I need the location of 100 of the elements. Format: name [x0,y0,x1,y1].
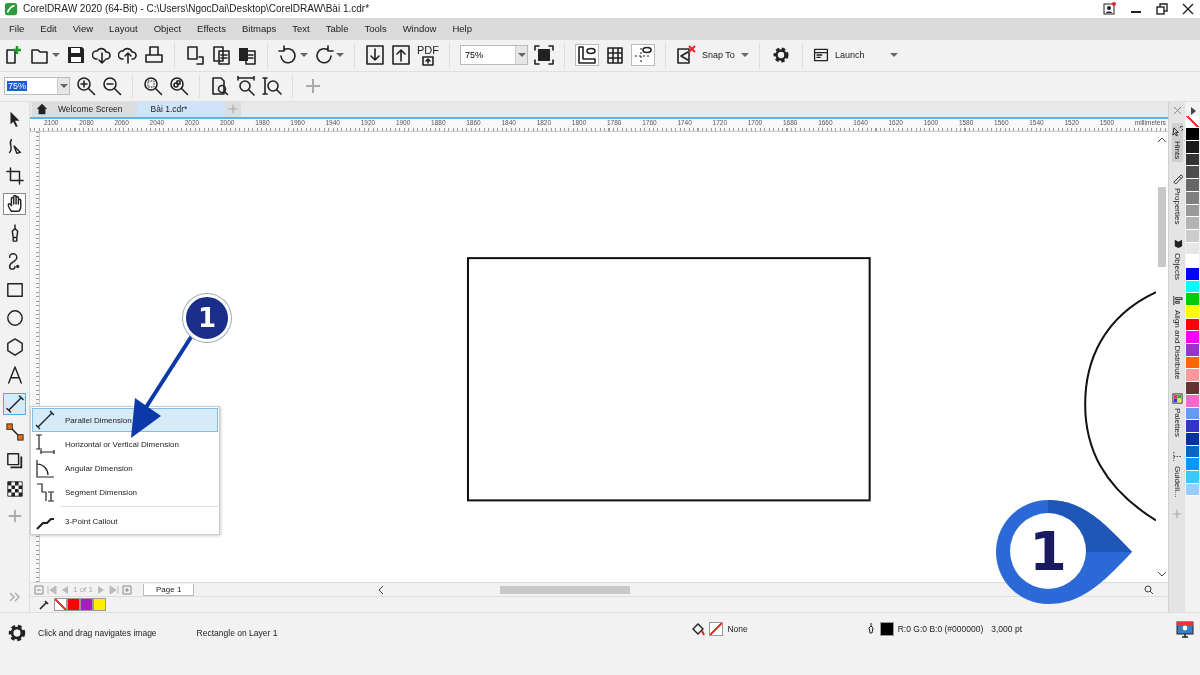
no-color-swatch[interactable] [54,598,67,612]
zoom-objects-icon[interactable] [169,76,189,97]
color-swatch[interactable] [67,598,80,612]
window-title: CorelDRAW 2020 (64-Bit) - C:\Users\NgocDai\Desktop\CorelDRAW\Bài 1.cdr* [23,3,371,15]
paste-icon[interactable] [237,45,257,66]
dimension-tool[interactable] [3,392,26,415]
guides-icon [1171,450,1183,462]
selection-info: Rectangle on Layer 1 [196,628,278,639]
menu-item[interactable]: File [9,23,34,35]
palette-arrow-icon[interactable] [1188,105,1197,116]
caret-icon[interactable] [517,52,526,59]
document-icon[interactable] [185,45,205,66]
cloud-upload-icon[interactable] [118,45,138,66]
restore-icon[interactable] [1156,2,1168,15]
flyout-menu-item[interactable]: Horizontal or Vertical Dimension [32,432,218,456]
launch-dropdown[interactable]: Launch [834,50,899,61]
caret-icon[interactable] [300,52,308,59]
zoom-in-icon[interactable] [76,76,96,97]
docker-tab[interactable]: Hints [1171,122,1183,162]
parallel-dimension-icon [35,410,55,430]
menu-item[interactable]: Text [292,23,319,35]
documents-icon[interactable] [211,45,231,66]
menu-item[interactable]: Help [452,23,481,35]
zoom-width-icon[interactable] [236,76,256,97]
flyout-menu-item[interactable]: Angular Dimension [32,456,218,480]
pdf-button[interactable]: PDF [417,44,439,66]
align-icon [1171,294,1183,306]
menu-item[interactable]: Bitmaps [242,23,286,35]
scroll-up-icon[interactable] [1157,135,1167,144]
menu-item[interactable]: Tools [364,23,396,35]
save-icon[interactable] [66,45,86,66]
docker-tab[interactable]: Properties [1171,169,1183,228]
horizontal-scrollbar[interactable] [499,585,630,594]
window-icon[interactable] [812,47,829,64]
eyedropper-icon[interactable] [38,598,50,611]
zoom-selected-icon[interactable] [143,76,163,97]
docker-tab[interactable]: Guideli... [1171,447,1183,501]
zoom-dropdown[interactable]: 75% [460,45,528,66]
caret-icon[interactable] [740,52,749,59]
rectangle-icon [5,280,24,299]
print-icon[interactable] [144,45,164,66]
zoom-page-icon[interactable] [210,76,230,97]
menu-item[interactable]: Layout [109,23,147,35]
snap-off-icon[interactable] [676,45,696,66]
angle-icon [35,458,55,478]
docker-tab[interactable]: Palettes [1171,389,1183,440]
close-icon[interactable] [1182,2,1194,15]
docker-tab[interactable]: Objects [1171,235,1183,284]
docker-tab[interactable]: Align and Distribute [1171,291,1183,382]
caret-icon[interactable] [52,52,60,59]
caret-icon[interactable] [59,83,68,90]
monitor-icon[interactable] [1176,621,1194,640]
polygon-icon [5,337,24,356]
color-swatch[interactable] [93,598,106,612]
vertical-dimension-icon [35,434,55,454]
snap-to-dropdown[interactable]: Snap To [702,50,749,61]
outline-width: 3,000 pt [991,624,1022,635]
page-tab[interactable]: Page 1 [143,583,195,596]
import-icon[interactable] [365,45,385,66]
cloud-download-icon[interactable] [92,45,112,66]
no-fill-swatch [709,622,724,637]
undo-icon[interactable] [278,45,298,66]
menu-item[interactable]: Window [402,23,446,35]
scroll-left-icon[interactable] [377,584,386,595]
new-document-icon[interactable] [4,45,24,66]
vertical-scrollbar[interactable] [1158,186,1166,267]
palette-icon [1171,392,1183,404]
pen-nib-icon [865,622,876,637]
outline-info: R:0 G:0 B:0 (#000000) [897,624,984,635]
crop-tool[interactable] [3,164,26,187]
color-swatch[interactable] [80,598,93,612]
dimension-icon [5,394,24,413]
rulers-icon[interactable] [576,45,598,66]
fill-info: None [727,624,748,635]
redo-icon[interactable] [314,45,334,66]
flyout-menu-item[interactable]: Segment Dimension [32,480,218,504]
caret-icon[interactable] [336,52,344,59]
connector-icon [5,423,24,442]
menu-item[interactable]: Object [153,23,191,35]
grid-icon[interactable] [605,45,625,66]
flyout-menu-item[interactable]: 3-Point Callout [32,509,218,533]
zoom-out-icon[interactable] [102,76,122,97]
zoom-icon[interactable] [1144,584,1154,595]
zoom-height-icon[interactable] [262,76,282,97]
scroll-down-icon[interactable] [1157,570,1167,579]
pan-tool[interactable] [3,193,26,216]
menu-item[interactable]: Effects [197,23,235,35]
segment-dimension-icon [35,482,55,502]
connector-tool[interactable] [3,421,26,444]
flyout-menu-item[interactable]: Parallel Dimension [32,408,218,432]
zoom-dropdown[interactable]: 75% [4,77,70,96]
account-icon[interactable] [1103,2,1116,16]
export-icon[interactable] [391,45,411,66]
home-icon [36,103,48,116]
menu-item[interactable]: View [72,23,103,35]
menu-item[interactable]: Table [325,23,358,35]
menu-item[interactable]: Edit [40,23,66,35]
full-screen-icon[interactable] [534,45,554,66]
upload-icon[interactable] [420,55,436,66]
caret-icon[interactable] [890,52,899,59]
